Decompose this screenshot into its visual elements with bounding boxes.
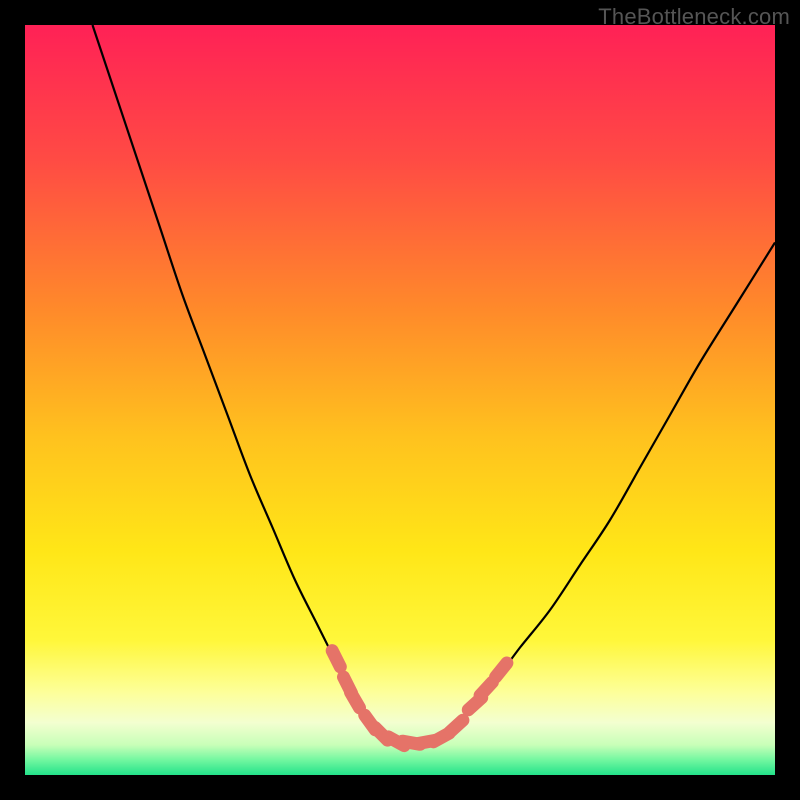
marker-group <box>332 651 507 746</box>
watermark-text: TheBottleneck.com <box>598 4 790 30</box>
threshold-marker <box>480 682 492 695</box>
threshold-marker <box>450 720 463 732</box>
chart-frame: TheBottleneck.com <box>0 0 800 800</box>
curve-layer <box>25 25 775 775</box>
plot-area <box>25 25 775 775</box>
threshold-marker <box>351 692 360 708</box>
bottleneck-curve <box>93 25 776 743</box>
threshold-marker <box>496 663 507 677</box>
threshold-marker <box>332 651 340 667</box>
